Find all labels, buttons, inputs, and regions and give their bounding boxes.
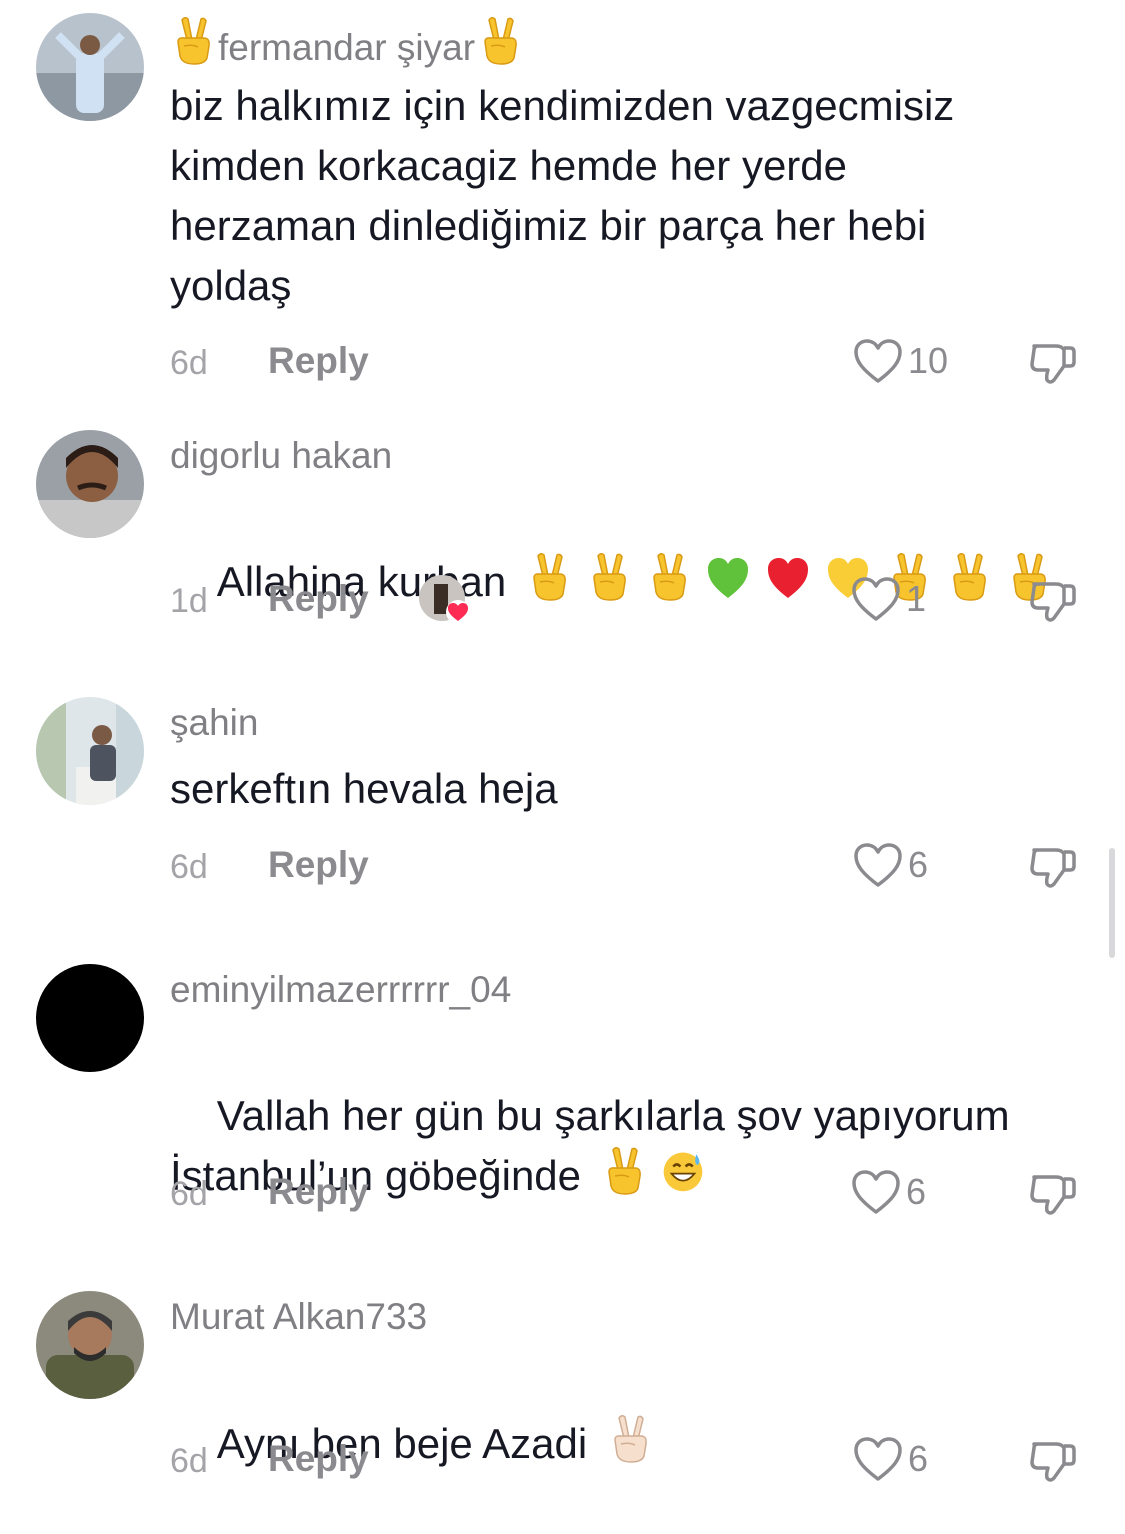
- comment-text: biz halkımız için kendimizden vazgecmisi…: [170, 82, 955, 309]
- like-button[interactable]: 6: [850, 1167, 926, 1217]
- comment-meta: 6d Reply 10: [0, 340, 1125, 390]
- comment-text: Vallah her gün bu şarkılarla şov yapıyor…: [170, 1026, 1070, 1266]
- like-button[interactable]: 6: [852, 840, 928, 890]
- like-count: 6: [908, 1438, 929, 1479]
- username[interactable]: Murat Alkan733: [170, 1295, 427, 1339]
- victory-hand-icon: [170, 16, 214, 66]
- comment-meta: 1d Reply 1: [0, 575, 1125, 628]
- username[interactable]: eminyilmazerrrrrr_04: [170, 968, 511, 1012]
- comment-time: 6d: [170, 848, 208, 886]
- scrollbar[interactable]: [1109, 848, 1115, 958]
- comment-time: 6d: [170, 344, 208, 382]
- heart-icon: [852, 1435, 904, 1483]
- username[interactable]: digorlu hakan: [170, 434, 392, 478]
- username[interactable]: şahin: [170, 701, 258, 745]
- like-count: 1: [906, 578, 927, 619]
- creator-liked-avatar: [419, 575, 470, 624]
- heart-icon: [852, 841, 904, 889]
- dislike-icon[interactable]: [1026, 1167, 1080, 1221]
- avatar[interactable]: [36, 430, 144, 538]
- avatar[interactable]: [36, 1291, 144, 1399]
- avatar[interactable]: [36, 697, 144, 805]
- comment-time: 6d: [170, 1442, 208, 1480]
- comment-meta: 6d Reply 6: [0, 844, 1125, 894]
- dislike-icon[interactable]: [1026, 840, 1080, 894]
- dislike-icon[interactable]: [1026, 1434, 1080, 1488]
- like-button[interactable]: 6: [852, 1434, 928, 1484]
- comment-meta: 6d Reply 6: [0, 1171, 1125, 1221]
- reply-button[interactable]: Reply: [268, 1438, 369, 1480]
- heart-icon: [850, 575, 902, 623]
- victory-hand-icon: [477, 16, 521, 66]
- like-button[interactable]: 10: [852, 336, 948, 386]
- like-button[interactable]: 1: [850, 574, 926, 624]
- username-text: fermandar şiyar: [218, 27, 476, 68]
- username[interactable]: fermandar şiyar: [170, 16, 521, 70]
- reply-button[interactable]: Reply: [268, 844, 369, 886]
- dislike-icon[interactable]: [1026, 574, 1080, 628]
- comment-meta: 6d Reply 6: [0, 1438, 1125, 1488]
- heart-icon: [850, 1168, 902, 1216]
- avatar[interactable]: [36, 13, 144, 121]
- dislike-icon[interactable]: [1026, 336, 1080, 390]
- heart-icon: [852, 337, 904, 385]
- avatar[interactable]: [36, 964, 144, 1072]
- like-count: 6: [908, 844, 929, 885]
- like-count: 6: [906, 1171, 927, 1212]
- reply-button[interactable]: Reply: [268, 340, 369, 382]
- comment-text: serkeftın hevala heja: [170, 765, 558, 812]
- reply-button[interactable]: Reply: [268, 578, 369, 620]
- reply-button[interactable]: Reply: [268, 1171, 369, 1213]
- comment-time: 1d: [170, 582, 208, 620]
- like-count: 10: [908, 340, 949, 381]
- comment-time: 6d: [170, 1175, 208, 1213]
